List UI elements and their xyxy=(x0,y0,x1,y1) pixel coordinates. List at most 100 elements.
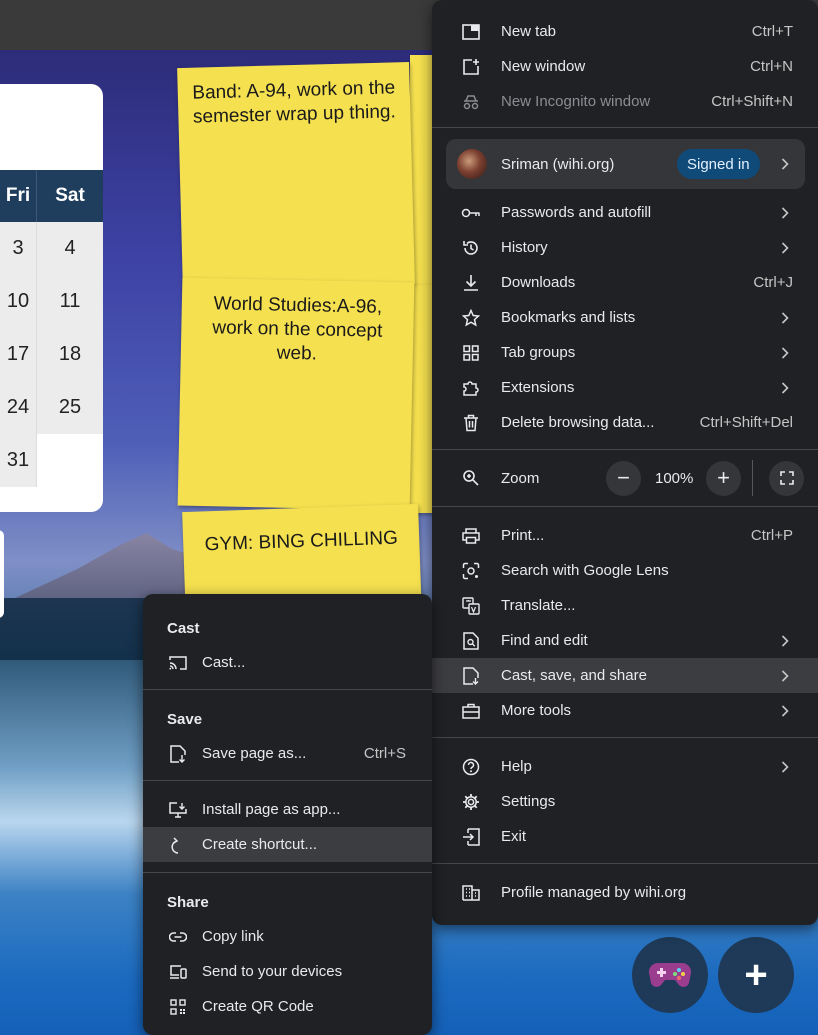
incognito-icon xyxy=(460,91,482,113)
zoom-in-button[interactable]: + xyxy=(706,460,741,496)
calendar-row: 10 11 xyxy=(0,275,103,328)
menu-item-shortcut: Ctrl+N xyxy=(750,58,793,75)
translate-icon xyxy=(460,595,482,617)
game-controller-button[interactable] xyxy=(632,937,708,1013)
history-icon xyxy=(460,237,482,259)
menu-item-new-tab[interactable]: New tab Ctrl+T xyxy=(432,14,818,49)
menu-item-bookmarks[interactable]: Bookmarks and lists xyxy=(432,300,818,335)
zoom-label: Zoom xyxy=(501,469,540,487)
submenu-item-create-shortcut[interactable]: Create shortcut... xyxy=(143,827,432,862)
menu-item-label: Passwords and autofill xyxy=(501,204,652,221)
zoom-level: 100% xyxy=(655,469,694,487)
menu-item-new-window[interactable]: New window Ctrl+N xyxy=(432,49,818,84)
calendar-day[interactable]: 4 xyxy=(37,222,103,275)
menu-item-label: Settings xyxy=(501,793,556,810)
calendar-header-row: Fri Sat xyxy=(0,170,103,222)
submenu-divider xyxy=(143,689,432,690)
menu-item-shortcut: Ctrl+T xyxy=(751,23,793,40)
submenu-item-label: Cast... xyxy=(202,654,246,671)
submenu-item-save-page[interactable]: Save page as... Ctrl+S xyxy=(143,736,432,771)
menu-item-label: Exit xyxy=(501,828,527,845)
menu-item-downloads[interactable]: Downloads Ctrl+J xyxy=(432,265,818,300)
submenu-divider xyxy=(143,780,432,781)
menu-item-exit[interactable]: Exit xyxy=(432,819,818,854)
menu-divider xyxy=(432,863,818,864)
game-controller-icon xyxy=(648,959,692,991)
submenu-item-label: Install page as app... xyxy=(202,801,341,818)
menu-item-help[interactable]: Help xyxy=(432,749,818,784)
menu-item-extensions[interactable]: Extensions xyxy=(432,370,818,405)
chevron-right-icon xyxy=(779,669,791,682)
menu-item-tab-groups[interactable]: Tab groups xyxy=(432,335,818,370)
tab-groups-icon xyxy=(460,342,482,364)
link-icon xyxy=(167,926,189,948)
calendar-day[interactable]: 24 xyxy=(0,381,37,434)
calendar-day[interactable]: 3 xyxy=(0,222,37,275)
exit-icon xyxy=(460,826,482,848)
menu-item-profile-managed[interactable]: Profile managed by wihi.org xyxy=(432,875,818,910)
menu-divider xyxy=(432,127,818,128)
menu-item-google-lens[interactable]: Search with Google Lens xyxy=(432,553,818,588)
chevron-right-icon xyxy=(779,346,791,359)
submenu-item-send-to-devices[interactable]: Send to your devices xyxy=(143,954,432,989)
calendar-day[interactable]: 18 xyxy=(37,328,103,381)
chevron-right-icon xyxy=(779,704,791,717)
submenu-section-cast: Cast xyxy=(167,620,200,637)
gear-icon xyxy=(460,791,482,813)
menu-item-translate[interactable]: Translate... xyxy=(432,588,818,623)
menu-item-settings[interactable]: Settings xyxy=(432,784,818,819)
profile-row[interactable]: Sriman (wihi.org) Signed in xyxy=(446,139,805,189)
building-icon xyxy=(460,882,482,904)
menu-item-find-and-edit[interactable]: Find and edit xyxy=(432,623,818,658)
calendar-day[interactable]: 17 xyxy=(0,328,37,381)
calendar-day[interactable]: 10 xyxy=(0,275,37,328)
menu-item-more-tools[interactable]: More tools xyxy=(432,693,818,728)
calendar-header-sat: Sat xyxy=(55,185,85,206)
chevron-right-icon xyxy=(779,634,791,647)
submenu-item-cast[interactable]: Cast... xyxy=(143,645,432,680)
menu-item-print[interactable]: Print... Ctrl+P xyxy=(432,518,818,553)
shortcut-arrow-icon xyxy=(167,834,189,856)
menu-item-history[interactable]: History xyxy=(432,230,818,265)
menu-item-delete-browsing-data[interactable]: Delete browsing data... Ctrl+Shift+Del xyxy=(432,405,818,440)
menu-item-label: Translate... xyxy=(501,597,576,614)
side-card-edge xyxy=(0,530,4,618)
submenu-divider xyxy=(143,872,432,873)
submenu-item-install-app[interactable]: Install page as app... xyxy=(143,792,432,827)
fullscreen-icon xyxy=(779,471,794,485)
zoom-magnifier-icon xyxy=(460,467,482,489)
cast-icon xyxy=(167,652,189,674)
menu-item-new-incognito-window[interactable]: New Incognito window Ctrl+Shift+N xyxy=(432,84,818,119)
submenu-item-create-qr-code[interactable]: Create QR Code xyxy=(143,989,432,1024)
avatar xyxy=(457,149,487,179)
calendar-day[interactable]: 25 xyxy=(37,381,103,434)
calendar-day[interactable]: 11 xyxy=(37,275,103,328)
menu-item-label: Extensions xyxy=(501,379,575,396)
calendar-widget: Fri Sat 3 4 10 11 17 18 24 25 31 xyxy=(0,84,103,512)
key-icon xyxy=(460,202,482,224)
install-app-icon xyxy=(167,799,189,821)
trash-icon xyxy=(460,412,482,434)
chevron-right-icon xyxy=(779,760,791,773)
download-icon xyxy=(460,272,482,294)
chevron-right-icon xyxy=(779,158,791,170)
calendar-day[interactable]: 31 xyxy=(0,434,37,487)
submenu-item-copy-link[interactable]: Copy link xyxy=(143,919,432,954)
menu-item-passwords[interactable]: Passwords and autofill xyxy=(432,195,818,230)
chevron-right-icon xyxy=(779,206,791,219)
menu-item-label: Tab groups xyxy=(501,344,576,361)
sticky-note-world-studies[interactable]: World Studies:A-96, work on the concept … xyxy=(177,277,415,511)
fullscreen-button[interactable] xyxy=(769,460,804,496)
new-window-icon xyxy=(460,56,482,78)
menu-item-cast-save-share[interactable]: Cast, save, and share xyxy=(432,658,818,693)
sticky-note-band[interactable]: Band: A-94, work on the semester wrap up… xyxy=(177,62,415,290)
qr-code-icon xyxy=(167,996,189,1018)
menu-item-label: Profile managed by wihi.org xyxy=(501,884,687,901)
menu-item-label: Find and edit xyxy=(501,632,588,649)
zoom-out-button[interactable]: − xyxy=(606,460,641,496)
add-button[interactable]: + xyxy=(718,937,794,1013)
menu-item-shortcut: Ctrl+Shift+Del xyxy=(699,414,793,431)
menu-item-label: History xyxy=(501,239,548,256)
signed-in-badge: Signed in xyxy=(677,149,760,179)
menu-item-shortcut: Ctrl+J xyxy=(753,274,793,291)
